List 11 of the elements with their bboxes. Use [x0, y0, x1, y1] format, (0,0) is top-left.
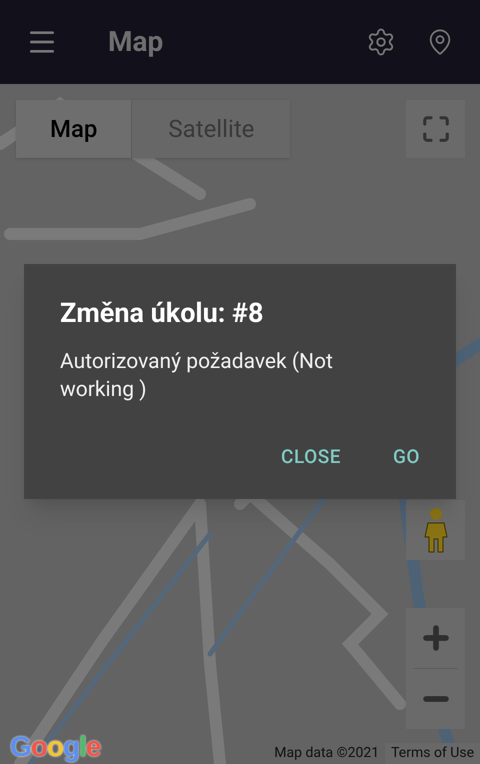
dialog-message: Autorizovaný požadavek (Not working ): [60, 349, 334, 404]
map-type-tab[interactable]: Map: [16, 100, 132, 158]
fullscreen-icon[interactable]: [406, 100, 465, 158]
pegman-icon[interactable]: [406, 500, 465, 560]
settings-icon[interactable]: [366, 27, 396, 57]
app-bar-title: Map: [108, 24, 164, 60]
dialog-button[interactable]: GO: [376, 436, 436, 477]
map-logo: Google: [10, 730, 100, 764]
dialog-button[interactable]: CLOSE: [265, 436, 357, 477]
dialog-title: Změna úkolu: #8: [60, 296, 265, 331]
terms-link[interactable]: Terms of Use: [385, 743, 480, 764]
